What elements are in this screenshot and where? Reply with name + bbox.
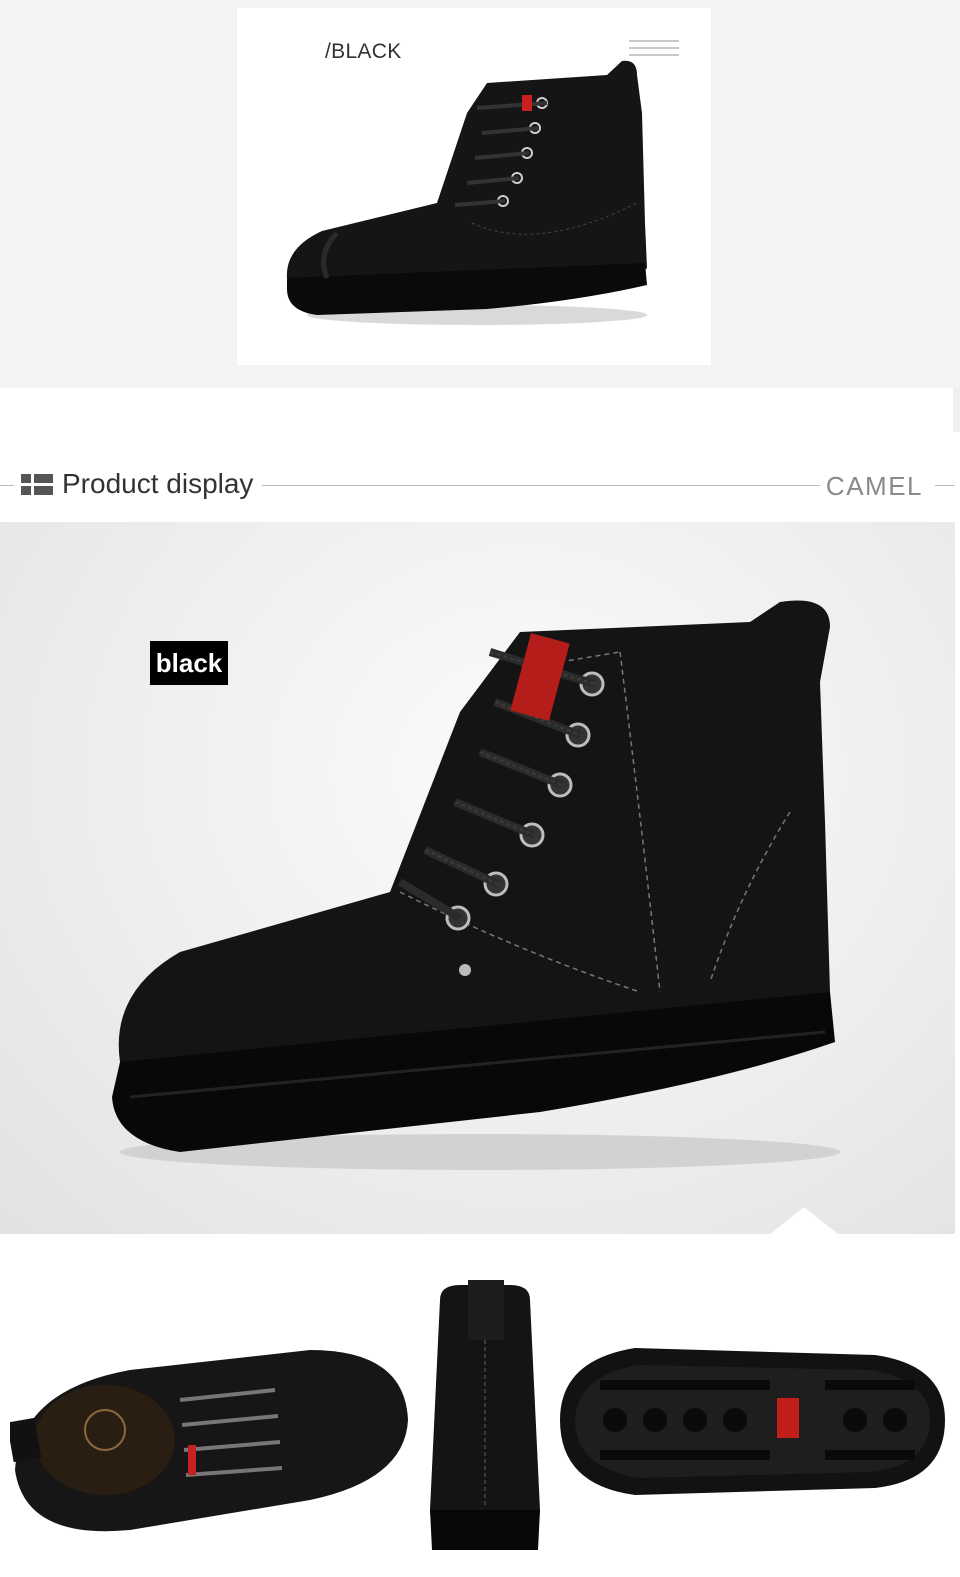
section-header: Product display CAMEL (0, 462, 960, 508)
header-rule-left (0, 485, 14, 486)
top-band: /BLACK (0, 0, 960, 388)
view-gallery (0, 1260, 960, 1577)
grid-icon (21, 474, 53, 496)
color-card: /BLACK (237, 8, 711, 365)
boot-side-image (286, 60, 647, 325)
header-rule-right (935, 485, 955, 486)
edge-strip (953, 388, 960, 432)
boot-top-view-image (10, 1350, 408, 1532)
section-title: Product display (62, 468, 254, 499)
main-display: black (0, 522, 955, 1234)
boot-main-image (112, 600, 840, 1170)
pointer-notch (770, 1207, 838, 1234)
boot-sole-image (560, 1348, 945, 1495)
header-rule-middle (262, 485, 820, 486)
boot-back-view-image (430, 1280, 540, 1550)
brand-name: CAMEL (825, 471, 923, 501)
